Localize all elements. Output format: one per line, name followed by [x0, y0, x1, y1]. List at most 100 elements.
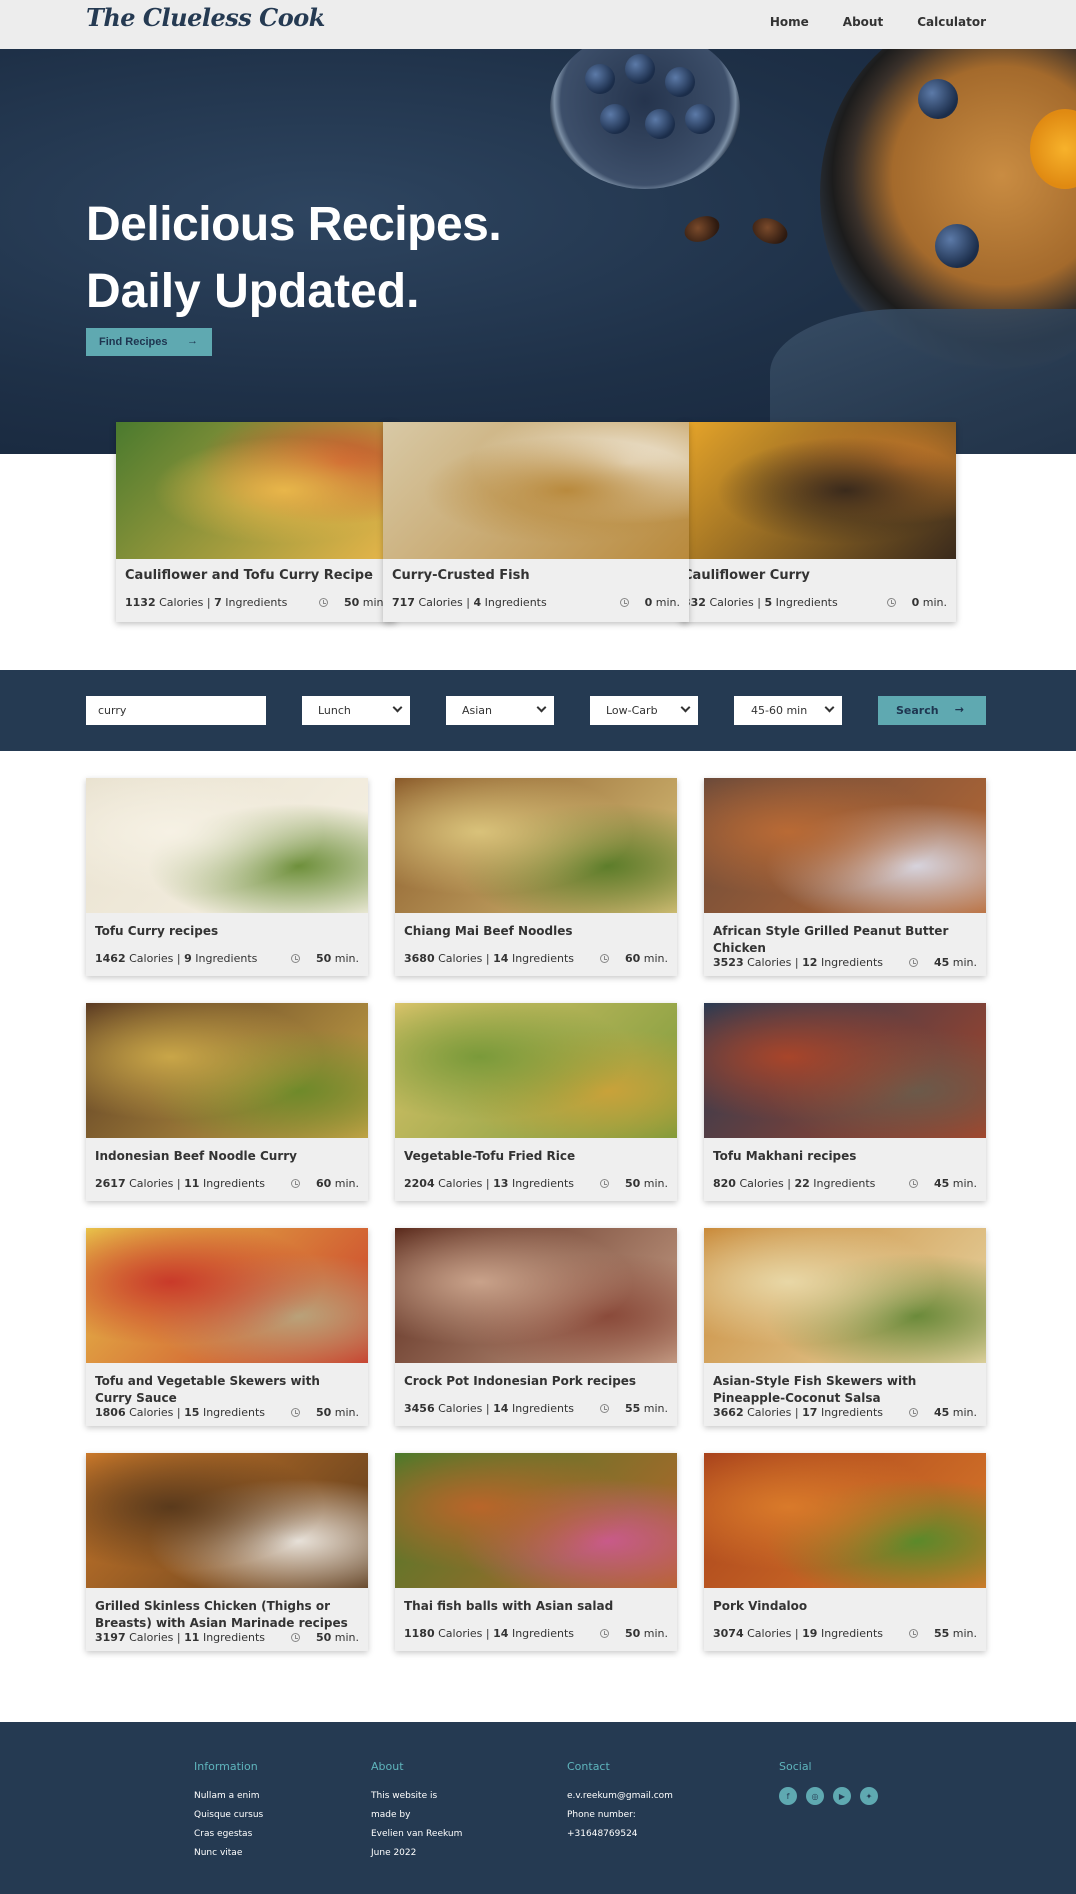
recipe-image: [704, 1453, 986, 1588]
minutes-label: min.: [952, 956, 977, 969]
footer-email-link[interactable]: e.v.reekum@gmail.com: [567, 1787, 673, 1806]
recipe-time: 60 min.: [599, 952, 668, 965]
ingredients-label: Ingredients: [820, 956, 884, 969]
arrow-right-icon: →: [954, 703, 964, 716]
footer-phone[interactable]: +31648769524: [567, 1825, 673, 1844]
footer-about-column: About This website is made by Evelien va…: [371, 1760, 462, 1863]
footer-link[interactable]: Quisque cursus: [194, 1806, 263, 1825]
featured-recipe-card[interactable]: Curry-Crusted Fish 717 Calories | 4 Ingr…: [383, 422, 689, 622]
recipe-card[interactable]: Vegetable-Tofu Fried Rice 2204 Calories |…: [395, 1003, 677, 1201]
recipe-time: 55 min.: [599, 1402, 668, 1415]
site-logo[interactable]: The Clueless Cook: [86, 3, 325, 32]
facebook-icon[interactable]: f: [779, 1787, 797, 1805]
meal-type-select[interactable]: Lunch: [302, 696, 410, 725]
calories-label: Calories: [438, 1402, 483, 1415]
calories-label: Calories: [438, 952, 483, 965]
footer-contact-heading: Contact: [567, 1760, 610, 1773]
calories-value: 3662: [713, 1406, 744, 1419]
hero-blueberry-image: [665, 67, 695, 97]
clock-icon: [599, 1179, 609, 1188]
nav-home-link[interactable]: Home: [770, 15, 809, 29]
calories-label: Calories: [159, 596, 204, 609]
minutes-label: min.: [643, 1627, 668, 1640]
youtube-icon[interactable]: ▶: [833, 1787, 851, 1805]
recipe-image: [395, 1228, 677, 1363]
calories-value: 3680: [404, 952, 435, 965]
recipe-meta: 1132 Calories | 7 Ingredients: [125, 596, 287, 609]
featured-recipe-card[interactable]: Cauliflower Curry 332 Calories | 5 Ingre…: [680, 422, 956, 622]
clock-icon: [290, 1408, 300, 1417]
recipe-time: 50 min.: [599, 1627, 668, 1640]
time-value: 45: [933, 1406, 950, 1419]
ingredients-value: 9: [184, 952, 192, 965]
recipe-card[interactable]: Tofu Curry recipes 1462 Calories | 9 Ingr…: [86, 778, 368, 976]
find-recipes-button[interactable]: Find Recipes →: [86, 328, 212, 356]
recipe-card[interactable]: African Style Grilled Peanut Butter Chic…: [704, 778, 986, 976]
recipe-image: [704, 1003, 986, 1138]
search-button[interactable]: Search →: [878, 696, 986, 725]
hero-blueberry-image: [585, 64, 615, 94]
separator: |: [176, 1631, 181, 1644]
time-value: 60: [315, 1177, 332, 1190]
clock-icon: [619, 598, 629, 607]
page: The Clueless Cook Home About Calculator …: [0, 0, 1076, 1894]
recipe-time: 50 min.: [290, 952, 359, 965]
calories-value: 2617: [95, 1177, 126, 1190]
nav-about-link[interactable]: About: [843, 15, 883, 29]
time-value: 50: [315, 1631, 332, 1644]
recipe-time: 45 min.: [908, 1177, 977, 1190]
clock-icon: [599, 1629, 609, 1638]
footer-link[interactable]: Nunc vitae: [194, 1844, 263, 1863]
cuisine-select[interactable]: Asian: [446, 696, 554, 725]
nav-calculator-link[interactable]: Calculator: [917, 15, 986, 29]
ingredients-label: Ingredients: [225, 596, 288, 609]
calories-value: 1806: [95, 1406, 126, 1419]
featured-recipes: Cauliflower and Tofu Curry Recipe 1132 C…: [0, 422, 1076, 622]
hero-title: Delicious Recipes.: [86, 198, 502, 251]
arrow-right-icon: →: [187, 335, 198, 347]
recipe-card[interactable]: Thai fish balls with Asian salad 1180 Cal…: [395, 1453, 677, 1651]
separator: |: [794, 956, 799, 969]
recipe-card[interactable]: Pork Vindaloo 3074 Calories | 19 Ingredie…: [704, 1453, 986, 1651]
cooking-time-select[interactable]: 45-60 min: [734, 696, 842, 725]
recipe-meta: 2204 Calories | 13 Ingredients: [404, 1177, 574, 1190]
recipe-card[interactable]: Chiang Mai Beef Noodles 3680 Calories | 1…: [395, 778, 677, 976]
meal-type-value: Lunch: [318, 704, 351, 717]
search-input[interactable]: [86, 696, 266, 725]
recipe-image: [680, 422, 956, 559]
calories-value: 3074: [713, 1627, 744, 1640]
recipe-time: 50 min.: [318, 596, 387, 609]
twitter-icon[interactable]: ✦: [860, 1787, 878, 1805]
clock-icon: [908, 958, 918, 967]
ingredients-label: Ingredients: [202, 1631, 266, 1644]
search-button-label: Search: [896, 704, 939, 717]
calories-label: Calories: [747, 956, 792, 969]
recipe-card[interactable]: Grilled Skinless Chicken (Thighs or Brea…: [86, 1453, 368, 1651]
recipe-card[interactable]: Asian-Style Fish Skewers with Pineapple-…: [704, 1228, 986, 1426]
ingredients-value: 4: [473, 596, 482, 609]
recipe-image: [116, 422, 396, 559]
footer-link[interactable]: Cras egestas: [194, 1825, 263, 1844]
instagram-icon[interactable]: ◎: [806, 1787, 824, 1805]
recipe-card[interactable]: Tofu Makhani recipes 820 Calories | 22 In…: [704, 1003, 986, 1201]
calories-label: Calories: [129, 952, 174, 965]
recipe-title: Chiang Mai Beef Noodles: [404, 924, 573, 938]
ingredients-label: Ingredients: [202, 1177, 266, 1190]
calories-label: Calories: [747, 1627, 792, 1640]
featured-recipe-card[interactable]: Cauliflower and Tofu Curry Recipe 1132 C…: [116, 422, 396, 622]
ingredients-label: Ingredients: [820, 1627, 884, 1640]
footer-text: June 2022: [371, 1848, 417, 1858]
recipe-card[interactable]: Indonesian Beef Noodle Curry 2617 Calorie…: [86, 1003, 368, 1201]
hero-coffee-bean-image: [748, 213, 792, 249]
ingredients-label: Ingredients: [820, 1406, 884, 1419]
recipe-image: [383, 422, 689, 559]
recipe-card[interactable]: Crock Pot Indonesian Pork recipes 3456 Ca…: [395, 1228, 677, 1426]
footer-information-heading: Information: [194, 1760, 258, 1773]
clock-icon: [290, 1179, 300, 1188]
recipe-title: Tofu Curry recipes: [95, 924, 219, 938]
recipe-card[interactable]: Tofu and Vegetable Skewers with Curry Sa…: [86, 1228, 368, 1426]
footer-link[interactable]: Nullam a enim: [194, 1787, 263, 1806]
diet-select[interactable]: Low-Carb: [590, 696, 698, 725]
ingredients-value: 13: [493, 1177, 509, 1190]
chevron-down-icon: [392, 702, 403, 713]
